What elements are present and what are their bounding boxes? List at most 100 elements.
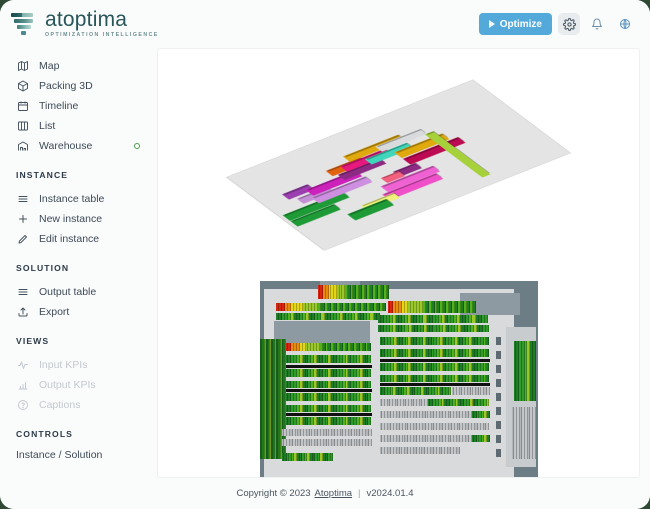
aisle-divider xyxy=(285,389,372,392)
rack-row xyxy=(281,439,372,446)
atoptima-bars-logo-icon xyxy=(10,11,38,37)
visualization-panel[interactable] xyxy=(157,48,640,478)
app-body: Map Packing 3D Timeline List Warehouse I… xyxy=(0,48,650,478)
sidebar-item-edit-instance[interactable]: Edit instance xyxy=(0,229,152,249)
settings-button[interactable] xyxy=(558,13,580,35)
rack-row xyxy=(317,285,390,299)
footer-separator: | xyxy=(358,488,361,499)
rack-row xyxy=(281,429,372,436)
sidebar-item-list[interactable]: List xyxy=(0,116,152,136)
storage-cell xyxy=(330,453,334,461)
rack-row xyxy=(377,315,488,323)
section-title-controls: CONTROLS xyxy=(16,429,74,439)
rack-row xyxy=(387,301,476,313)
brand-logo[interactable]: atoptima OPTIMIZATION INTELLIGENCE xyxy=(10,9,159,38)
brand-name: atoptima xyxy=(45,8,128,32)
sidebar-item-packing-3d[interactable]: Packing 3D xyxy=(0,76,152,96)
section-title-instance: INSTANCE xyxy=(16,170,69,180)
storage-cell xyxy=(368,355,372,363)
storage-cell xyxy=(486,411,490,418)
storage-cell xyxy=(532,407,536,459)
optimize-button-label: Optimize xyxy=(499,18,542,30)
aisle-divider xyxy=(379,383,490,386)
rack-row xyxy=(471,411,490,418)
sidebar-item-label: Warehouse xyxy=(39,140,93,152)
sidebar-item-label: Input KPIs xyxy=(39,359,88,371)
storage-cell xyxy=(484,315,488,323)
optimize-button[interactable]: Optimize xyxy=(478,13,552,35)
aisle-divider xyxy=(285,365,372,368)
rack-row xyxy=(379,337,490,345)
dock-marker xyxy=(495,421,501,429)
rack-row xyxy=(451,387,490,395)
sidebar-item-export[interactable]: Export xyxy=(0,302,152,322)
bell-icon xyxy=(592,18,602,30)
sidebar-item-timeline[interactable]: Timeline xyxy=(0,96,152,116)
upload-icon xyxy=(16,306,29,319)
map-icon xyxy=(16,60,29,73)
dock-marker xyxy=(495,365,501,373)
sidebar-item-new-instance[interactable]: New instance xyxy=(0,209,152,229)
storage-cell xyxy=(486,349,490,357)
rack-row xyxy=(275,303,386,311)
pulse-icon xyxy=(16,359,29,372)
footer-version: v2024.01.4 xyxy=(366,488,414,499)
sidebar-item-warehouse[interactable]: Warehouse xyxy=(0,136,152,156)
warehouse-floor-3d xyxy=(226,79,570,251)
status-badge xyxy=(134,143,140,149)
storage-cell xyxy=(368,343,372,351)
storage-cell xyxy=(386,285,390,299)
storage-cell xyxy=(486,399,490,406)
rack-row xyxy=(259,339,286,459)
rack-row xyxy=(379,387,452,395)
play-icon xyxy=(488,20,495,28)
warehouse-floor-heatmap-view[interactable] xyxy=(259,281,538,477)
plus-icon xyxy=(16,213,29,226)
list-lines-icon xyxy=(16,193,29,206)
dock-marker xyxy=(495,435,501,443)
storage-cell xyxy=(368,405,372,412)
sidebar-item-output-table[interactable]: Output table xyxy=(0,282,152,302)
aisle-divider xyxy=(285,413,372,416)
storage-cell xyxy=(456,447,460,454)
storage-cell xyxy=(486,325,490,332)
sidebar-item-label: Captions xyxy=(39,399,81,411)
sidebar-item-label: List xyxy=(39,120,56,132)
dock-marker xyxy=(495,407,501,415)
rack-row xyxy=(379,363,490,371)
sidebar-item-label: Output table xyxy=(39,286,97,298)
footer-atoptima-link[interactable]: Atoptima xyxy=(315,488,353,499)
rack-row xyxy=(513,341,536,401)
notifications-button[interactable] xyxy=(586,13,608,35)
rack-row xyxy=(281,453,334,461)
storage-cell xyxy=(486,363,490,371)
list-lines-icon xyxy=(16,286,29,299)
help-button[interactable] xyxy=(614,13,636,35)
storage-cell xyxy=(382,303,386,311)
sidebar-item-map[interactable]: Map xyxy=(0,56,152,76)
sidebar-item-label: New instance xyxy=(39,213,103,225)
rack-row xyxy=(285,369,372,377)
iso-stage xyxy=(199,65,598,264)
storage-cell xyxy=(486,375,490,382)
storage-cell xyxy=(368,429,372,436)
bar-chart-icon xyxy=(16,379,29,392)
dock-marker xyxy=(495,379,501,387)
sidebar-item-instance-table[interactable]: Instance table xyxy=(0,189,152,209)
rack-row xyxy=(285,405,372,412)
rack-row xyxy=(285,417,372,425)
dock-marker xyxy=(495,393,501,401)
warehouse-3d-packing-view[interactable] xyxy=(209,57,589,272)
rack-row xyxy=(285,393,372,401)
sidebar-item-label: Edit instance xyxy=(39,233,100,245)
storage-cell xyxy=(368,417,372,425)
calendar-icon xyxy=(16,100,29,113)
sidebar-item-captions: Captions xyxy=(0,395,152,415)
rack-row xyxy=(379,435,472,442)
sidebar-item-label: Packing 3D xyxy=(39,80,93,92)
rack-row xyxy=(379,399,428,406)
storage-cell xyxy=(486,423,490,430)
sidebar-item-label: Export xyxy=(39,306,70,318)
warehouse-icon xyxy=(16,140,29,153)
